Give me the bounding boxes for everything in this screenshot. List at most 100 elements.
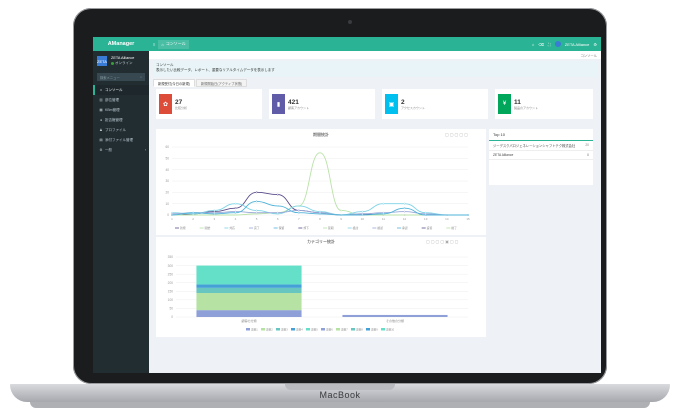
list-item[interactable]: ジーデスクパロジェネレーションシャフトテク株式会社 20 (489, 141, 593, 151)
bar-segment (196, 284, 302, 288)
legend-label: 対応 (229, 226, 235, 230)
legend-label: 保留 (279, 226, 285, 230)
topbar-tabs: ≡ ⌂ コンソール (153, 39, 189, 49)
breadcrumb-label[interactable]: コンソール (581, 53, 597, 58)
legend-swatch (381, 328, 385, 331)
y-tick-label: 0 (167, 213, 169, 217)
x-tick-label: その他の分類 (386, 318, 404, 323)
sidebar-item-label: 一般 (105, 147, 112, 152)
stat-card-access[interactable]: ▣ 2 アクセスカウント (382, 89, 488, 119)
tab-console[interactable]: ⌂ コンソール (158, 39, 189, 49)
legend-label: 検討 (353, 226, 359, 230)
x-tick-label: 2 (192, 217, 194, 221)
stat-value: 27 (175, 98, 183, 106)
x-tick-label: 3 (213, 217, 215, 221)
data-point (234, 202, 237, 205)
menu-toggle-icon[interactable]: ≡ (153, 42, 155, 47)
data-point (340, 209, 343, 212)
user-status-text: オンライン (115, 61, 133, 65)
topbar-avatar[interactable] (554, 41, 561, 47)
data-point (213, 209, 216, 212)
legend-swatch (276, 328, 280, 331)
data-point (234, 207, 237, 210)
sidebar-item-profile[interactable]: ♟ プロファイル (93, 125, 149, 135)
fullscreen-icon[interactable]: ⛶ (548, 42, 551, 47)
data-point (445, 214, 448, 216)
data-point (255, 191, 258, 194)
book-icon: ▮ (272, 94, 285, 114)
y-tick-label: 60 (165, 145, 169, 149)
x-tick-label: 4 (235, 217, 237, 221)
bar-segment (196, 310, 302, 317)
chart-toolbox[interactable]: ▢▢▢▢▣▢▢ (426, 239, 459, 244)
x-tick-label: 顧客の分類 (241, 318, 256, 323)
subtab-new-today[interactable]: 新規受付(今日の新規) (153, 79, 195, 87)
bar-segment (196, 293, 302, 311)
sidebar-item-departments[interactable]: ▥ 部位管理 (93, 95, 149, 105)
sidebar-item-general[interactable]: ⚙ 一般 ‹ (93, 145, 149, 155)
data-point (171, 214, 173, 216)
x-tick-label: 1 (171, 217, 173, 221)
data-point (255, 209, 258, 212)
data-point (403, 202, 406, 205)
stat-label: 顧客アカウント (288, 105, 310, 110)
legend-label: 返答 (427, 226, 433, 230)
settings-icon[interactable]: ⚙ (593, 42, 597, 47)
y-tick-label: 20 (165, 191, 169, 195)
data-point (297, 209, 300, 212)
stat-value: 11 (514, 98, 521, 106)
app-logo[interactable]: AManager (93, 37, 149, 51)
user-panel: ZETA ZETA Alliance オンライン (93, 51, 149, 71)
sidebar-item-attachments[interactable]: ▤ 添付ファイル管理 (93, 135, 149, 145)
data-point (403, 210, 406, 213)
stat-label: 比較分析 (175, 105, 188, 110)
legend-label: 項目1 (251, 328, 258, 332)
sidebar-item-label: プロファイル (105, 127, 126, 132)
page-description: 表示したい比較データ、レポート、重要なリアルタイムデータを表示します (156, 68, 275, 72)
data-point (192, 211, 195, 214)
sidebar-item-console[interactable]: ⌂ コンソール (93, 85, 149, 95)
x-tick-label: 10 (361, 217, 365, 221)
y-tick-label: 150 (168, 289, 174, 293)
data-point (361, 210, 364, 213)
laptop-shadow (30, 402, 650, 408)
bank-icon: ▥ (99, 98, 103, 102)
subtab-active[interactable]: 新規開始日(アクティブ状態) (195, 79, 248, 87)
legend-label: 却下 (303, 226, 309, 230)
legend-label: 項目7 (341, 328, 348, 332)
avatar[interactable]: ZETA (97, 56, 107, 66)
sidebar-item-kbm[interactable]: ▦ KBm管理 (93, 105, 149, 115)
list-item-value: 20 (585, 143, 589, 147)
y-tick-label: 50 (169, 307, 173, 311)
sidebar: AManager ZETA ZETA Alliance オンライン 検索メニュー… (93, 37, 149, 373)
list-item[interactable]: ZETA Alliance 8 (489, 151, 593, 160)
period-chart-title: 期間統計 (313, 132, 329, 137)
data-point (234, 211, 237, 214)
legend-label: 項目5 (311, 328, 318, 332)
legend-label: 項目4 (296, 328, 303, 332)
search-icon[interactable]: ⌕ (140, 75, 142, 79)
trash-icon[interactable]: ⌫ (538, 42, 544, 47)
laptop-brand: MacBook (319, 390, 361, 400)
sidebar-item-label: KBm管理 (105, 107, 120, 112)
x-tick-label: 5 (256, 217, 258, 221)
data-point (319, 151, 321, 154)
y-tick-label: 40 (165, 168, 169, 172)
data-point (276, 211, 279, 214)
x-tick-label: 9 (340, 217, 342, 221)
topbar-user-name[interactable]: ZETA Alliance (565, 42, 590, 47)
stat-card-customers[interactable]: ▮ 421 顧客アカウント (269, 89, 375, 119)
chevron-left-icon: ‹ (144, 148, 146, 152)
x-tick-label: 7 (298, 217, 300, 221)
stat-card-comparisons[interactable]: ✿ 27 比較分析 (156, 89, 262, 119)
data-point (213, 212, 216, 215)
sidebar-item-veto[interactable]: ● 拒否権管理 (93, 115, 149, 125)
sidebar-search[interactable]: 検索メニュー ⌕ (97, 73, 145, 81)
home-link-icon[interactable]: ⌂ (532, 42, 534, 47)
page-intro: コンソール 表示したい比較データ、レポート、重要なリアルタイムデータを表示します (153, 61, 597, 77)
screen: AManager ZETA ZETA Alliance オンライン 検索メニュー… (93, 37, 601, 373)
y-tick-label: 10 (165, 202, 169, 206)
stat-card-products[interactable]: ¥ 11 製品のアカウント (495, 89, 593, 119)
chart-toolbox[interactable]: ▢▢▢▢▢ (445, 132, 469, 137)
gear-icon: ⚙ (99, 148, 103, 152)
